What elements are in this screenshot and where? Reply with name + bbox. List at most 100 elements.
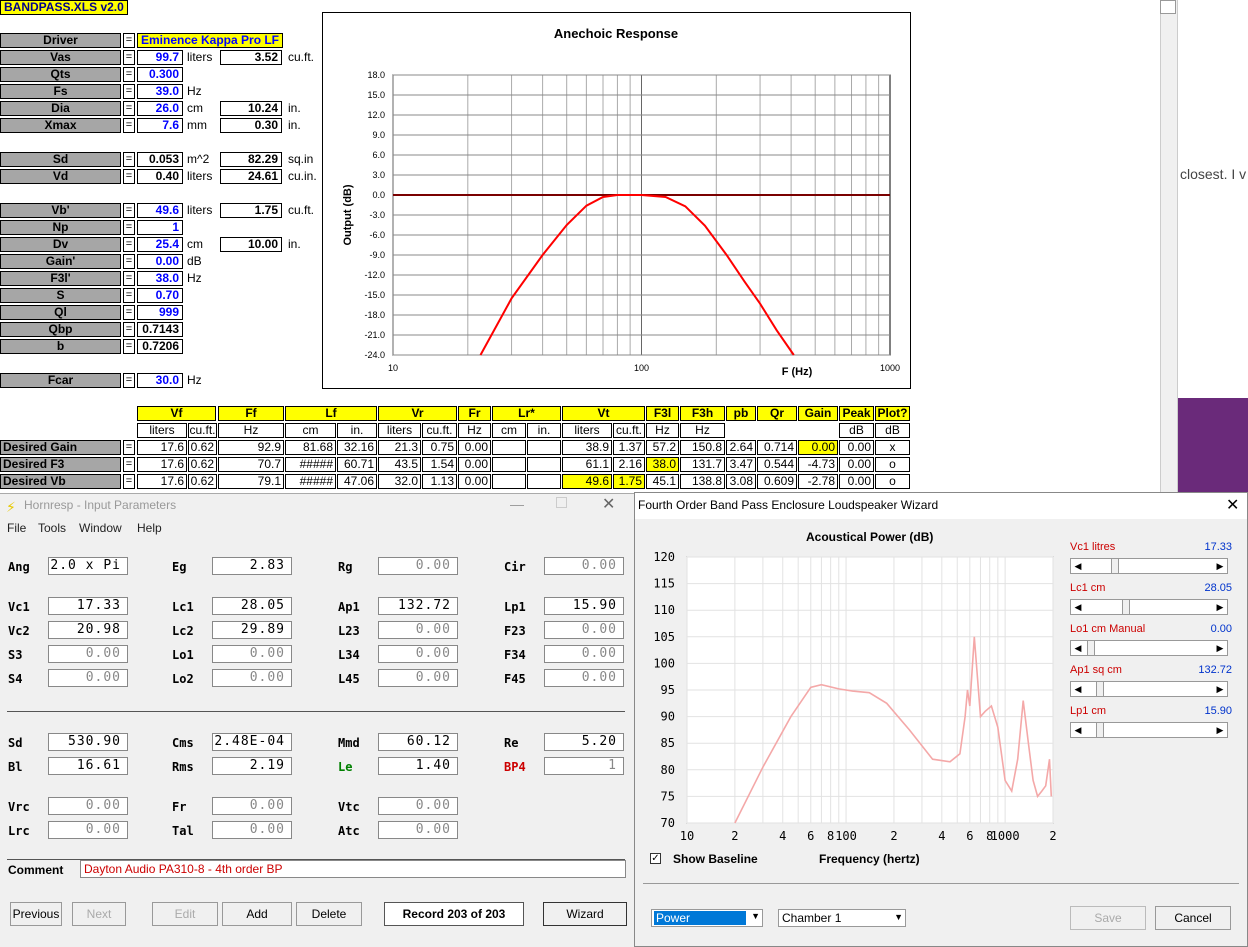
- table-cell[interactable]: #####: [285, 474, 336, 489]
- field-tal[interactable]: 0.00: [212, 821, 292, 839]
- field-lc2[interactable]: 29.89: [212, 621, 292, 639]
- table-cell[interactable]: 2.16: [613, 457, 645, 472]
- param-label-np[interactable]: Np: [0, 220, 121, 235]
- comment-field[interactable]: Dayton Audio PA310-8 - 4th order BP: [80, 860, 626, 878]
- param-value-converted[interactable]: 24.61: [220, 169, 282, 184]
- field-f34[interactable]: 0.00: [544, 645, 624, 663]
- table-row-label[interactable]: Desired F3: [0, 457, 121, 472]
- slider-thumb[interactable]: [1087, 641, 1095, 655]
- param-value[interactable]: 7.6: [137, 118, 183, 133]
- slider-thumb[interactable]: [1096, 682, 1105, 696]
- table-cell[interactable]: 79.1: [218, 474, 284, 489]
- field-rms[interactable]: 2.19: [212, 757, 292, 775]
- param-value-converted[interactable]: 1.75: [220, 203, 282, 218]
- scroll-right-icon[interactable]: ▶: [1213, 559, 1227, 573]
- param-label-gain[interactable]: Gain': [0, 254, 121, 269]
- slider-thumb[interactable]: [1122, 600, 1131, 614]
- table-cell[interactable]: 43.5: [378, 457, 421, 472]
- table-cell[interactable]: [527, 474, 561, 489]
- field-l34[interactable]: 0.00: [378, 645, 458, 663]
- table-cell[interactable]: 0.714: [757, 440, 797, 455]
- scroll-left-icon[interactable]: ◀: [1071, 723, 1085, 737]
- param-value[interactable]: 0.40: [137, 169, 183, 184]
- table-cell[interactable]: 0.62: [188, 474, 217, 489]
- param-label-xmax[interactable]: Xmax: [0, 118, 121, 133]
- param-label-qts[interactable]: Qts: [0, 67, 121, 82]
- param-label-fcar[interactable]: Fcar: [0, 373, 121, 388]
- scroll-left-icon[interactable]: ◀: [1071, 682, 1085, 696]
- param-label-ql[interactable]: Ql: [0, 305, 121, 320]
- field-lrc[interactable]: 0.00: [48, 821, 128, 839]
- cancel-button[interactable]: Cancel: [1155, 906, 1231, 930]
- table-cell[interactable]: 0.00: [458, 474, 491, 489]
- param-value[interactable]: 0.300: [137, 67, 183, 82]
- table-row-label[interactable]: Desired Vb: [0, 474, 121, 489]
- slider-thumb[interactable]: [1096, 723, 1105, 737]
- param-value[interactable]: 0.7143: [137, 322, 183, 337]
- field-lc1[interactable]: 28.05: [212, 597, 292, 615]
- menu-file[interactable]: File: [7, 521, 26, 535]
- table-cell[interactable]: 17.6: [137, 440, 187, 455]
- maximize-icon[interactable]: [556, 497, 567, 508]
- param-value[interactable]: 26.0: [137, 101, 183, 116]
- table-cell[interactable]: o: [875, 474, 910, 489]
- table-cell[interactable]: [492, 440, 526, 455]
- close-icon[interactable]: ✕: [602, 494, 615, 514]
- param-label-fs[interactable]: Fs: [0, 84, 121, 99]
- field-vrc[interactable]: 0.00: [48, 797, 128, 815]
- slider-scrollbar[interactable]: ◀ ▶: [1070, 558, 1228, 574]
- table-cell[interactable]: 70.7: [218, 457, 284, 472]
- field-bl[interactable]: 16.61: [48, 757, 128, 775]
- minimize-icon[interactable]: —: [510, 496, 524, 512]
- param-value[interactable]: 999: [137, 305, 183, 320]
- table-cell[interactable]: 0.544: [757, 457, 797, 472]
- table-cell[interactable]: 1.13: [422, 474, 457, 489]
- field-bp4[interactable]: 1: [544, 757, 624, 775]
- param-label-qbp[interactable]: Qbp: [0, 322, 121, 337]
- table-cell[interactable]: [492, 457, 526, 472]
- scroll-right-icon[interactable]: ▶: [1213, 600, 1227, 614]
- table-cell[interactable]: [527, 457, 561, 472]
- param-value[interactable]: 99.7: [137, 50, 183, 65]
- param-label-dia[interactable]: Dia: [0, 101, 121, 116]
- table-cell[interactable]: 38.0: [646, 457, 679, 472]
- param-value[interactable]: 0.70: [137, 288, 183, 303]
- field-vc2[interactable]: 20.98: [48, 621, 128, 639]
- field-atc[interactable]: 0.00: [378, 821, 458, 839]
- table-cell[interactable]: 57.2: [646, 440, 679, 455]
- table-cell[interactable]: 21.3: [378, 440, 421, 455]
- table-cell[interactable]: 3.47: [726, 457, 756, 472]
- table-cell[interactable]: [527, 440, 561, 455]
- table-cell[interactable]: x: [875, 440, 910, 455]
- table-cell[interactable]: -2.78: [798, 474, 838, 489]
- param-value[interactable]: 0.00: [137, 254, 183, 269]
- table-cell[interactable]: 61.1: [562, 457, 612, 472]
- table-cell[interactable]: 1.75: [613, 474, 645, 489]
- field-rg[interactable]: 0.00: [378, 557, 458, 575]
- param-label-vb[interactable]: Vb': [0, 203, 121, 218]
- slider-scrollbar[interactable]: ◀ ▶: [1070, 722, 1228, 738]
- next-button[interactable]: Next: [72, 902, 126, 926]
- table-cell[interactable]: 0.62: [188, 457, 217, 472]
- field-s3[interactable]: 0.00: [48, 645, 128, 663]
- table-cell[interactable]: 45.1: [646, 474, 679, 489]
- edit-button[interactable]: Edit: [152, 902, 218, 926]
- table-cell[interactable]: 0.00: [839, 474, 874, 489]
- field-f23[interactable]: 0.00: [544, 621, 624, 639]
- table-cell[interactable]: 1.54: [422, 457, 457, 472]
- param-value[interactable]: 49.6: [137, 203, 183, 218]
- slider-scrollbar[interactable]: ◀ ▶: [1070, 599, 1228, 615]
- table-cell[interactable]: 47.06: [337, 474, 377, 489]
- table-cell[interactable]: 0.00: [458, 440, 491, 455]
- field-mmd[interactable]: 60.12: [378, 733, 458, 751]
- table-cell[interactable]: o: [875, 457, 910, 472]
- param-value-converted[interactable]: 10.00: [220, 237, 282, 252]
- param-value[interactable]: 39.0: [137, 84, 183, 99]
- save-button[interactable]: Save: [1070, 906, 1146, 930]
- param-value[interactable]: 25.4: [137, 237, 183, 252]
- param-value-converted[interactable]: 3.52: [220, 50, 282, 65]
- table-cell[interactable]: 32.16: [337, 440, 377, 455]
- wizard-close-icon[interactable]: ✕: [1226, 495, 1239, 515]
- table-cell[interactable]: 0.62: [188, 440, 217, 455]
- param-value-converted[interactable]: 82.29: [220, 152, 282, 167]
